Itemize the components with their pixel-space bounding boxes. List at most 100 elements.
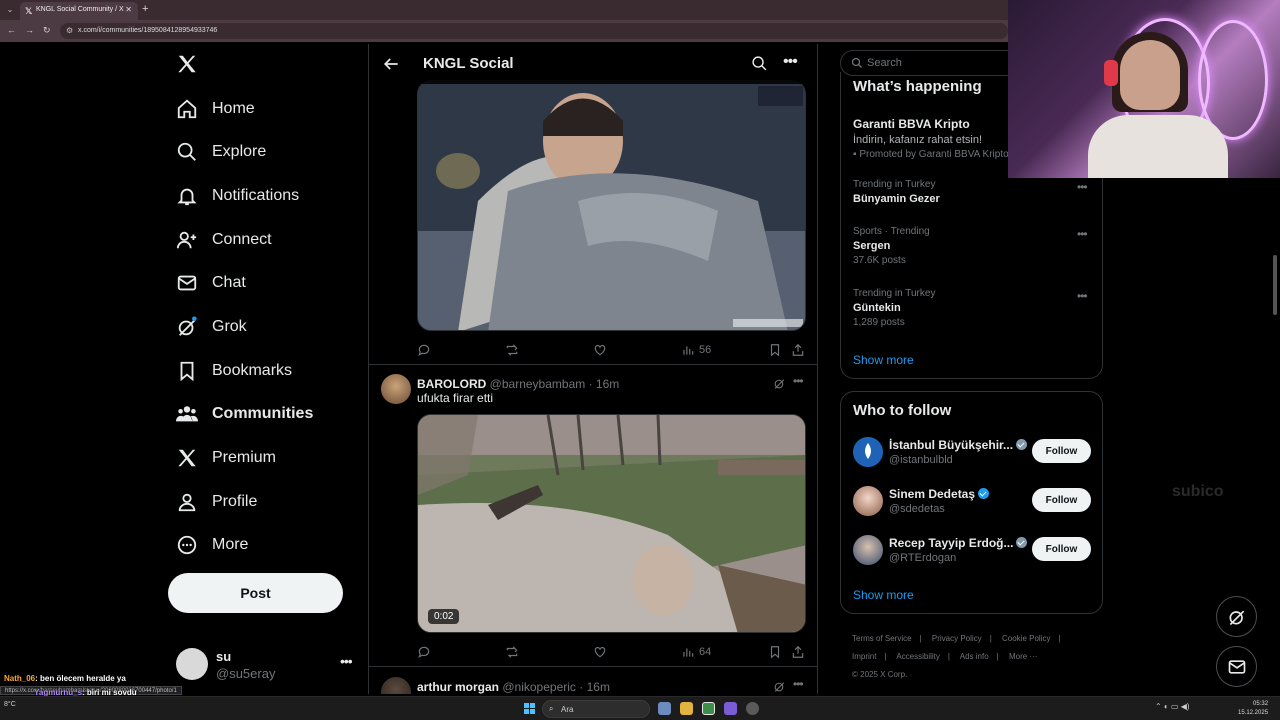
x-logo-icon[interactable] xyxy=(176,52,198,76)
more-icon[interactable]: ••• xyxy=(340,653,353,669)
taskbar-clock[interactable]: 05:32 15.12.2025 xyxy=(1238,700,1268,718)
bookmark-button[interactable] xyxy=(768,340,782,360)
more-icon[interactable]: ••• xyxy=(793,374,804,388)
tweet-author[interactable]: arthur morgan @nikopeperic · 16m xyxy=(417,680,610,694)
tab-list-icon[interactable]: ⌄ xyxy=(4,4,16,16)
footer-link-more[interactable]: More ··· xyxy=(1009,652,1037,661)
task-view-icon[interactable] xyxy=(658,702,671,715)
envelope-icon xyxy=(1228,659,1245,674)
grok-fab-button[interactable] xyxy=(1216,596,1257,637)
obs-icon[interactable] xyxy=(746,702,759,715)
feed-header: KNGL Social ••• xyxy=(369,44,817,84)
sidebar-item-premium[interactable]: Premium xyxy=(176,441,276,475)
follow-suggestion[interactable]: Sinem Dedetaş @sdedetas Follow xyxy=(853,485,1093,519)
browser-tab[interactable]: 𝕏 KNGL Social Community / X ✕ xyxy=(20,2,138,20)
sidebar-item-grok[interactable]: Grok xyxy=(176,310,247,344)
author-name: arthur morgan xyxy=(417,680,500,694)
share-button[interactable] xyxy=(791,642,805,662)
follow-suggestion[interactable]: İstanbul Büyükşehir... @istanbulbld Foll… xyxy=(853,436,1093,470)
avatar xyxy=(853,437,883,467)
trend-item[interactable]: Trending in Turkey Bünyamin Gezer xyxy=(853,179,1093,205)
sidebar-item-explore[interactable]: Explore xyxy=(176,135,266,169)
follow-button[interactable]: Follow xyxy=(1032,537,1091,561)
sidebar-item-communities[interactable]: Communities xyxy=(176,397,313,431)
url-field[interactable]: ⚙ x.com/i/communities/189508412895493374… xyxy=(60,23,1008,39)
grok-icon[interactable] xyxy=(773,377,786,390)
author-name: BAROLORD xyxy=(417,377,487,391)
video-frame xyxy=(418,81,805,330)
more-icon[interactable]: ••• xyxy=(783,53,798,71)
more-icon[interactable]: ••• xyxy=(1077,180,1088,194)
tweet-video[interactable]: 0:02 xyxy=(417,414,806,633)
taskbar-search[interactable]: ⌕ Ara xyxy=(542,700,650,718)
repost-button[interactable] xyxy=(505,340,519,360)
sidebar-item-label: Communities xyxy=(212,405,314,422)
search-icon: ⌕ xyxy=(549,704,554,713)
more-icon[interactable]: ••• xyxy=(793,677,804,691)
share-button[interactable] xyxy=(791,340,805,360)
trend-name: Bünyamin Gezer xyxy=(853,193,940,205)
forward-arrow-icon[interactable]: → xyxy=(25,25,34,35)
reply-button[interactable] xyxy=(417,642,431,662)
bookmark-button[interactable] xyxy=(768,642,782,662)
tweet-video[interactable] xyxy=(417,80,806,331)
sidebar-item-more[interactable]: More xyxy=(176,528,248,562)
show-more-link[interactable]: Show more xyxy=(853,588,914,602)
show-more-link[interactable]: Show more xyxy=(853,353,914,367)
new-tab-icon[interactable]: + xyxy=(142,3,148,15)
views-button[interactable]: 56 xyxy=(681,340,711,360)
sidebar-item-bookmarks[interactable]: Bookmarks xyxy=(176,354,292,388)
site-info-icon[interactable]: ⚙ xyxy=(66,26,73,35)
trend-name: Güntekin xyxy=(853,302,901,314)
follow-button[interactable]: Follow xyxy=(1032,488,1091,512)
like-button[interactable] xyxy=(593,642,607,662)
footer-link-terms[interactable]: Terms of Service xyxy=(852,634,912,643)
more-icon[interactable]: ••• xyxy=(1077,227,1088,241)
grok-icon[interactable] xyxy=(773,680,786,693)
tweet-author[interactable]: BAROLORD @barneybambam · 16m xyxy=(417,377,619,391)
footer-link-imprint[interactable]: Imprint xyxy=(852,652,876,661)
back-arrow-icon[interactable] xyxy=(381,54,401,74)
footer-link-ads-info[interactable]: Ads info xyxy=(960,652,989,661)
more-icon[interactable]: ••• xyxy=(1077,289,1088,303)
system-tray[interactable]: ⌃ ◐ ▭ ◀) xyxy=(1155,702,1190,711)
discord-icon[interactable] xyxy=(724,702,737,715)
back-arrow-icon[interactable]: ← xyxy=(7,25,16,35)
chat-user: Nath_06 xyxy=(4,674,36,683)
home-icon xyxy=(177,99,197,119)
sidebar-item-chat[interactable]: Chat xyxy=(176,266,246,300)
footer-link-accessibility[interactable]: Accessibility xyxy=(896,652,940,661)
video-duration: 0:02 xyxy=(428,609,460,624)
footer-link-privacy[interactable]: Privacy Policy xyxy=(932,634,982,643)
reply-button[interactable] xyxy=(417,340,431,360)
follow-suggestion[interactable]: Recep Tayyip Erdoğ... @RTErdogan Follow xyxy=(853,534,1093,568)
sidebar-item-label: Connect xyxy=(212,231,272,248)
trend-item[interactable]: Trending in Turkey Güntekin 1,289 posts xyxy=(853,288,1093,328)
sidebar-item-notifications[interactable]: Notifications xyxy=(176,179,299,213)
sidebar-item-connect[interactable]: Connect xyxy=(176,223,272,257)
weather-widget[interactable]: 8°C xyxy=(4,701,16,709)
follow-button[interactable]: Follow xyxy=(1032,439,1091,463)
close-tab-icon[interactable]: ✕ xyxy=(125,5,132,14)
who-to-follow-panel: Who to follow İstanbul Büyükşehir... @is… xyxy=(840,391,1103,614)
avatar xyxy=(853,535,883,565)
search-icon[interactable] xyxy=(751,55,768,72)
reload-icon[interactable]: ↻ xyxy=(43,25,51,36)
avatar[interactable] xyxy=(381,374,411,404)
sidebar-item-profile[interactable]: Profile xyxy=(176,485,257,519)
footer-link-cookies[interactable]: Cookie Policy xyxy=(1002,634,1050,643)
messages-fab-button[interactable] xyxy=(1216,646,1257,687)
page-scrollbar[interactable] xyxy=(1273,255,1277,315)
share-icon xyxy=(792,645,804,658)
repost-button[interactable] xyxy=(505,642,519,662)
avatar[interactable] xyxy=(381,677,411,694)
sidebar-item-home[interactable]: Home xyxy=(176,92,255,126)
windows-start-icon[interactable] xyxy=(524,703,535,714)
views-button[interactable]: 64 xyxy=(681,642,711,662)
chrome-icon[interactable] xyxy=(702,702,715,715)
author-handle: @nikopeperic xyxy=(502,680,576,694)
file-explorer-icon[interactable] xyxy=(680,702,693,715)
post-button[interactable]: Post xyxy=(168,573,343,613)
trend-item[interactable]: Sports · Trending Sergen 37.6K posts xyxy=(853,226,1093,266)
like-button[interactable] xyxy=(593,340,607,360)
